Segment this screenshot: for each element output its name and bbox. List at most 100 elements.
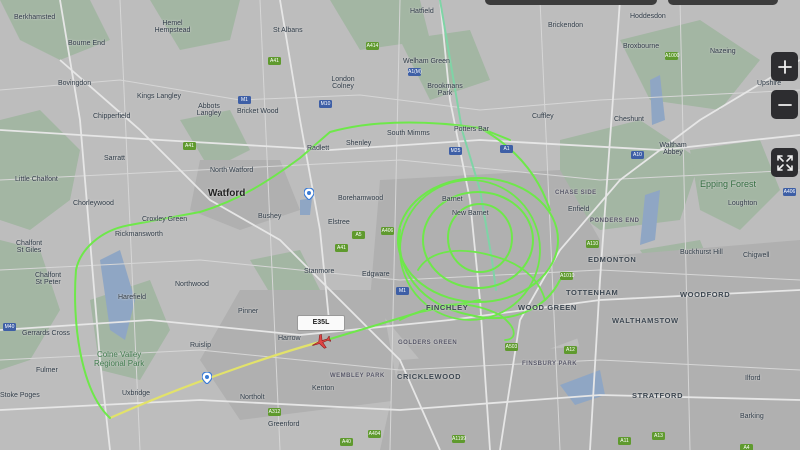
town-label: Harrow <box>278 335 301 342</box>
town-label: Brickendon <box>548 22 584 29</box>
town-label: Chigwell <box>743 252 770 259</box>
town-label: Bushey <box>258 213 282 220</box>
town-label: Broxbourne <box>623 43 660 50</box>
town-label: Brookmans Park <box>427 83 463 97</box>
town-label: Kings Langley <box>137 93 181 100</box>
map-view[interactable]: Berkhamsted Hatfield Hoddesdon Hemel Hem… <box>0 0 800 450</box>
town-label: Loughton <box>728 200 758 207</box>
road-shield: A10 <box>631 151 644 159</box>
plus-icon <box>777 59 792 74</box>
town-label: Stoke Poges <box>0 392 40 399</box>
town-label: Waltham Abbey <box>659 142 687 156</box>
town-label: WOODFORD <box>680 290 731 299</box>
town-label: Elstree <box>328 219 350 226</box>
town-label: Welham Green <box>403 58 450 65</box>
road-shield: A1(M) <box>408 68 422 76</box>
town-label: Berkhamsted <box>14 14 56 21</box>
road-shield: A1000 <box>665 52 680 60</box>
road-shield: M10 <box>319 100 332 108</box>
park-label: Colne Valley Regional Park <box>94 350 145 368</box>
location-pin-icon[interactable] <box>202 372 212 384</box>
top-panel-left[interactable] <box>485 0 657 5</box>
road-shield: A503 <box>505 343 518 351</box>
town-label: Chipperfield <box>93 113 131 120</box>
road-shield: A312 <box>268 408 281 416</box>
town-label: Chorleywood <box>73 200 114 207</box>
minus-icon <box>777 103 792 106</box>
town-label: Shenley <box>346 140 372 147</box>
road-shield: A1010 <box>560 272 575 280</box>
town-label: FINSBURY PARK <box>522 361 578 367</box>
road-shield: A41 <box>268 57 281 65</box>
town-label: Northwood <box>175 281 209 288</box>
town-label: South Mimms <box>387 130 430 137</box>
town-label: Hatfield <box>410 8 434 15</box>
town-label: Bricket Wood <box>237 108 279 115</box>
town-label: Nazeing <box>710 48 736 55</box>
town-label: Ruislip <box>190 342 212 349</box>
town-label: Borehamwood <box>338 195 384 202</box>
town-label: CHASE SIDE <box>555 190 597 196</box>
town-label: St Albans <box>273 27 303 34</box>
road-shield: A41 <box>183 142 196 150</box>
town-label: Gerrards Cross <box>22 330 70 337</box>
town-label: London Colney <box>331 76 355 90</box>
town-label: Stanmore <box>304 268 335 275</box>
town-label: Cheshunt <box>614 116 644 123</box>
zoom-in-button[interactable] <box>771 52 798 81</box>
road-shield: A11 <box>618 437 631 445</box>
road-shield: A4 <box>740 444 753 450</box>
road-shield: A12 <box>564 346 577 354</box>
town-label: Upshire <box>757 80 782 87</box>
town-label: Epping Forest <box>700 179 757 189</box>
town-label: Barking <box>740 413 764 420</box>
road-shield: A406 <box>381 227 394 235</box>
road-shield: A110 <box>586 240 599 248</box>
town-label: Greenford <box>268 421 300 428</box>
road-shield: A41 <box>335 244 348 252</box>
town-label: Uxbridge <box>122 390 151 397</box>
town-label: Kenton <box>312 385 335 392</box>
road-shield: M25 <box>449 147 462 155</box>
town-label: North Watford <box>210 167 254 174</box>
town-label: Pinner <box>238 308 259 315</box>
town-label: TOTTENHAM <box>566 288 619 297</box>
road-shield: A5 <box>352 231 365 239</box>
town-label: Buckhurst Hill <box>680 249 723 256</box>
road-shield: M1 <box>238 96 251 104</box>
town-label: GOLDERS GREEN <box>398 340 458 346</box>
town-label: Harefield <box>118 294 147 301</box>
town-label: FINCHLEY <box>426 303 469 312</box>
town-label: Potters Bar <box>454 126 490 133</box>
town-label: Hemel Hempstead <box>154 20 191 34</box>
road-shield: A40 <box>340 438 353 446</box>
zoom-out-button[interactable] <box>771 90 798 119</box>
town-label: Fulmer <box>36 367 58 374</box>
flight-callsign-label[interactable]: E35L <box>297 315 345 331</box>
town-label: PONDERS END <box>590 218 640 224</box>
top-panel-right[interactable] <box>668 0 778 5</box>
road-shield: M40 <box>3 323 16 331</box>
town-label: EDMONTON <box>588 255 637 264</box>
aircraft-icon[interactable] <box>311 333 331 351</box>
town-label: New Barnet <box>452 210 489 217</box>
town-label: Rickmansworth <box>115 231 163 238</box>
town-label: Cuffley <box>532 113 554 120</box>
town-label: Sarratt <box>104 155 126 162</box>
fullscreen-icon <box>776 154 793 171</box>
town-label: CRICKLEWOOD <box>397 372 462 381</box>
town-label: Barnet <box>442 196 463 203</box>
town-label: Edgware <box>362 271 390 278</box>
town-label: Ilford <box>745 375 761 382</box>
location-pin-icon[interactable] <box>304 188 314 200</box>
road-shield: A404 <box>368 430 381 438</box>
town-label: Hoddesdon <box>630 13 666 20</box>
town-label: Northolt <box>240 394 265 401</box>
town-label: WOOD GREEN <box>518 303 577 312</box>
town-label: Radlett <box>307 145 330 152</box>
town-label: Bovingdon <box>58 80 92 87</box>
fullscreen-button[interactable] <box>771 148 798 177</box>
town-label: WALTHAMSTOW <box>612 316 679 325</box>
town-label: WEMBLEY PARK <box>330 373 385 379</box>
road-shield: A414 <box>366 42 379 50</box>
